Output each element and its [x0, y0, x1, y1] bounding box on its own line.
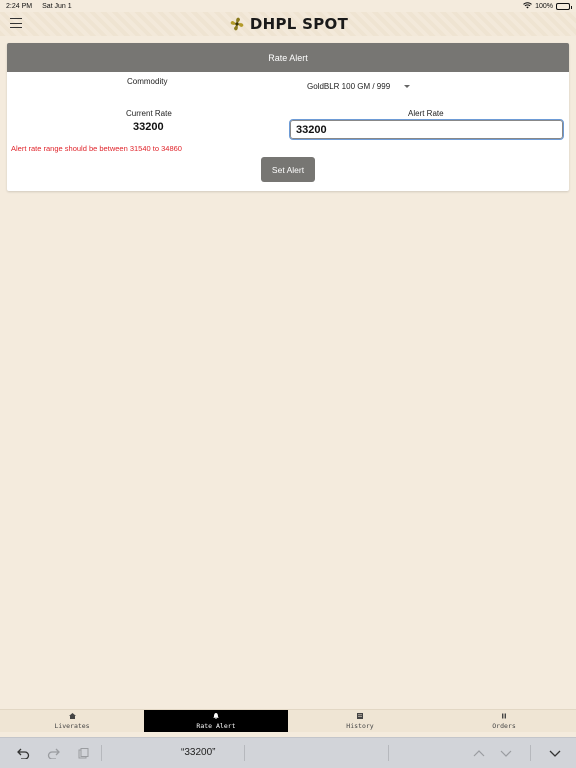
bottom-nav: Liverates Rate Alert History Orders	[0, 709, 576, 732]
brand: DHPL SPOT	[228, 15, 348, 33]
paste-icon[interactable]	[68, 738, 98, 768]
hamburger-menu-icon[interactable]	[10, 18, 22, 28]
chevron-up-icon[interactable]	[464, 738, 494, 768]
battery-percent: 100%	[535, 2, 553, 10]
commodity-value: GoldBLR 100 GM / 999	[307, 82, 391, 91]
divider	[244, 745, 245, 761]
alert-rate-input[interactable]	[289, 119, 564, 140]
orders-icon	[501, 713, 507, 721]
card-header: Rate Alert	[7, 43, 569, 72]
validation-error: Alert rate range should be between 31540…	[11, 144, 182, 153]
chevron-down-icon	[404, 85, 411, 88]
redo-icon[interactable]	[38, 738, 68, 768]
nav-item-orders[interactable]: Orders	[432, 710, 576, 732]
rate-alert-card: Rate Alert Commodity GoldBLR 100 GM / 99…	[7, 43, 569, 191]
brand-logo-icon	[228, 15, 246, 33]
divider	[101, 745, 102, 761]
nav-label: Orders	[492, 721, 516, 730]
nav-label: Liverates	[54, 721, 90, 730]
wifi-icon	[523, 1, 532, 11]
app-title: DHPL SPOT	[249, 15, 349, 33]
battery-icon	[556, 2, 572, 10]
bell-icon	[213, 712, 219, 721]
history-icon	[357, 712, 363, 721]
nav-item-rate-alert[interactable]: Rate Alert	[144, 710, 288, 732]
app-header: DHPL SPOT	[0, 12, 576, 36]
nav-item-history[interactable]: History	[288, 710, 432, 732]
card-title: Rate Alert	[268, 52, 308, 63]
autocomplete-suggestion[interactable]: “33200”	[181, 747, 215, 758]
dismiss-keyboard-icon[interactable]	[540, 738, 570, 768]
nav-label: Rate Alert	[196, 721, 236, 730]
divider	[388, 745, 389, 761]
nav-item-liverates[interactable]: Liverates	[0, 710, 144, 732]
alert-rate-label: Alert Rate	[408, 109, 444, 118]
keyboard-shortcut-bar: “33200”	[0, 737, 576, 768]
current-rate-label: Current Rate	[126, 109, 172, 118]
status-time: 2:24 PM	[6, 2, 33, 10]
status-date: Sat Jun 1	[42, 2, 72, 10]
divider	[530, 745, 531, 761]
commodity-dropdown[interactable]: GoldBLR 100 GM / 999	[307, 82, 411, 91]
undo-icon[interactable]	[8, 738, 38, 768]
status-bar: 2:24 PM Sat Jun 1 100%	[0, 0, 576, 12]
nav-label: History	[346, 721, 374, 730]
home-icon	[68, 712, 76, 721]
current-rate-value: 33200	[133, 121, 164, 133]
commodity-label: Commodity	[127, 77, 168, 86]
set-alert-button[interactable]: Set Alert	[261, 157, 315, 182]
chevron-down-icon[interactable]	[491, 738, 521, 768]
